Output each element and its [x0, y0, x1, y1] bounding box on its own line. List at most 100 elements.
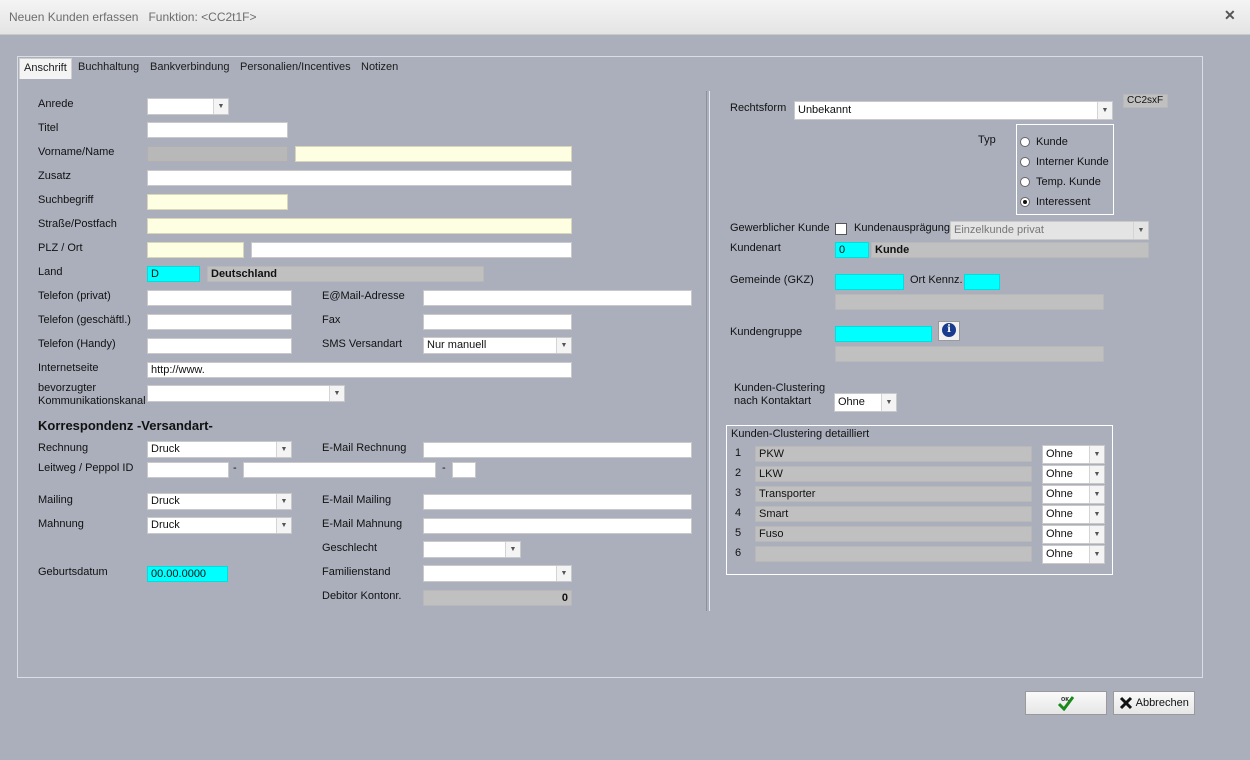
tel-geschaeftl-input[interactable] — [147, 314, 292, 330]
chevron-down-icon[interactable]: ▼ — [881, 394, 896, 411]
tel-privat-input[interactable] — [147, 290, 292, 306]
cluster-row-select[interactable]: Ohne ▼ — [1042, 445, 1105, 464]
email-input[interactable] — [423, 290, 692, 306]
kundenart-code-input[interactable]: 0 — [835, 242, 869, 258]
cluster-row-value: Ohne — [1046, 468, 1073, 480]
cluster-row-select[interactable]: Ohne ▼ — [1042, 525, 1105, 544]
fax-input[interactable] — [423, 314, 572, 330]
internetseite-input[interactable]: http://www. — [147, 362, 572, 378]
cluster-row-select[interactable]: Ohne ▼ — [1042, 545, 1105, 564]
label-land: Land — [38, 266, 63, 278]
chevron-down-icon[interactable]: ▼ — [1133, 222, 1148, 239]
cluster-row-number: 2 — [735, 467, 742, 479]
mailing-select[interactable]: Druck ▼ — [147, 493, 292, 510]
ort-input[interactable] — [251, 242, 572, 258]
chevron-down-icon[interactable]: ▼ — [1089, 506, 1104, 523]
email-mailing-input[interactable] — [423, 494, 692, 510]
tab-personalien[interactable]: Personalien/Incentives — [236, 58, 355, 77]
window-title: Neuen Kunden erfassen Funktion: <CC2t1F> — [9, 10, 257, 24]
chevron-down-icon[interactable]: ▼ — [329, 386, 344, 401]
label-titel: Titel — [38, 122, 59, 134]
chevron-down-icon[interactable]: ▼ — [1089, 446, 1104, 463]
land-code-input[interactable]: D — [147, 266, 200, 282]
leitweg-part3-input[interactable] — [452, 462, 476, 478]
mahnung-select[interactable]: Druck ▼ — [147, 517, 292, 534]
familienstand-select[interactable]: ▼ — [423, 565, 572, 582]
typ-radio-temp[interactable] — [1020, 177, 1030, 187]
info-icon[interactable]: i — [938, 321, 960, 341]
label-kommkanal-1: bevorzugter — [38, 382, 97, 394]
chevron-down-icon[interactable]: ▼ — [276, 494, 291, 509]
plz-input[interactable] — [147, 242, 244, 258]
ort-kennz-input[interactable] — [964, 274, 1000, 290]
rechnung-select[interactable]: Druck ▼ — [147, 441, 292, 458]
label-kundenart: Kundenart — [730, 242, 781, 254]
cluster-row-select[interactable]: Ohne ▼ — [1042, 505, 1105, 524]
leitweg-part1-input[interactable] — [147, 462, 229, 478]
label-suchbegriff: Suchbegriff — [38, 194, 94, 206]
geburtsdatum-input[interactable]: 00.00.0000 — [147, 566, 228, 582]
sms-versandart-select[interactable]: Nur manuell ▼ — [423, 337, 572, 354]
label-sms: SMS Versandart — [322, 338, 403, 350]
label-familienstand: Familienstand — [322, 566, 391, 578]
email-rechnung-input[interactable] — [423, 442, 692, 458]
typ-radio-intern[interactable] — [1020, 157, 1030, 167]
form-code-badge: CC2sxF — [1123, 94, 1168, 108]
window-titlebar: Neuen Kunden erfassen Funktion: <CC2t1F>… — [0, 0, 1250, 35]
vorname-input[interactable] — [147, 146, 288, 162]
kommkanal-select[interactable]: ▼ — [147, 385, 345, 402]
gewerblich-checkbox[interactable] — [835, 223, 847, 235]
chevron-down-icon[interactable]: ▼ — [556, 566, 571, 581]
chevron-down-icon[interactable]: ▼ — [1089, 466, 1104, 483]
chevron-down-icon[interactable]: ▼ — [1089, 526, 1104, 543]
cluster-row-name: LKW — [755, 466, 1032, 482]
kundenauspraegung-select[interactable]: Einzelkunde privat ▼ — [950, 221, 1149, 240]
clustering-kontakt-select[interactable]: Ohne ▼ — [834, 393, 897, 412]
tab-buchhaltung[interactable]: Buchhaltung — [74, 58, 143, 77]
chevron-down-icon[interactable]: ▼ — [556, 338, 571, 353]
chevron-down-icon[interactable]: ▼ — [276, 518, 291, 533]
label-typ: Typ — [978, 134, 996, 146]
cluster-row-name: Transporter — [755, 486, 1032, 502]
chevron-down-icon[interactable]: ▼ — [1089, 546, 1104, 563]
label-tel-privat: Telefon (privat) — [38, 290, 111, 302]
label-plz-ort: PLZ / Ort — [38, 242, 83, 254]
tab-bankverbindung[interactable]: Bankverbindung — [146, 58, 234, 77]
name-input[interactable] — [295, 146, 572, 162]
label-email-mailing: E-Mail Mailing — [322, 494, 392, 506]
titel-input[interactable] — [147, 122, 288, 138]
typ-radio-kunde[interactable] — [1020, 137, 1030, 147]
cluster-row-name: PKW — [755, 446, 1032, 462]
email-mahnung-input[interactable] — [423, 518, 692, 534]
leitweg-separator-1: - — [233, 462, 237, 474]
cancel-button[interactable]: Abbrechen — [1113, 691, 1195, 715]
leitweg-part2-input[interactable] — [243, 462, 436, 478]
chevron-down-icon[interactable]: ▼ — [1089, 486, 1104, 503]
gemeinde-input[interactable] — [835, 274, 904, 290]
tab-notizen[interactable]: Notizen — [357, 58, 402, 77]
close-icon[interactable]: ✕ — [1224, 7, 1236, 24]
chevron-down-icon[interactable]: ▼ — [1097, 102, 1112, 119]
tel-handy-input[interactable] — [147, 338, 292, 354]
label-geschlecht: Geschlecht — [322, 542, 378, 554]
label-kundenauspraegung: Kundenausprägung — [854, 222, 951, 234]
label-email-mahnung: E-Mail Mahnung — [322, 518, 403, 530]
kundengruppe-input[interactable] — [835, 326, 932, 342]
label-internetseite: Internetseite — [38, 362, 99, 374]
strasse-input[interactable] — [147, 218, 572, 234]
cluster-row-select[interactable]: Ohne ▼ — [1042, 485, 1105, 504]
chevron-down-icon[interactable]: ▼ — [276, 442, 291, 457]
rechtsform-select[interactable]: Unbekannt ▼ — [794, 101, 1113, 120]
anrede-select[interactable]: Ohne ▼ — [147, 98, 229, 115]
cluster-row-select[interactable]: Ohne ▼ — [1042, 465, 1105, 484]
tab-anschrift[interactable]: Anschrift — [19, 58, 72, 79]
ok-button[interactable]: OK — [1025, 691, 1107, 715]
cluster-row-name: Fuso — [755, 526, 1032, 542]
chevron-down-icon[interactable]: ▼ — [505, 542, 520, 557]
suchbegriff-input[interactable] — [147, 194, 288, 210]
zusatz-input[interactable] — [147, 170, 572, 186]
kundengruppe-name-display — [835, 346, 1104, 362]
chevron-down-icon[interactable]: ▼ — [213, 99, 228, 114]
geschlecht-select[interactable]: ▼ — [423, 541, 521, 558]
typ-radio-interessent[interactable] — [1020, 197, 1030, 207]
